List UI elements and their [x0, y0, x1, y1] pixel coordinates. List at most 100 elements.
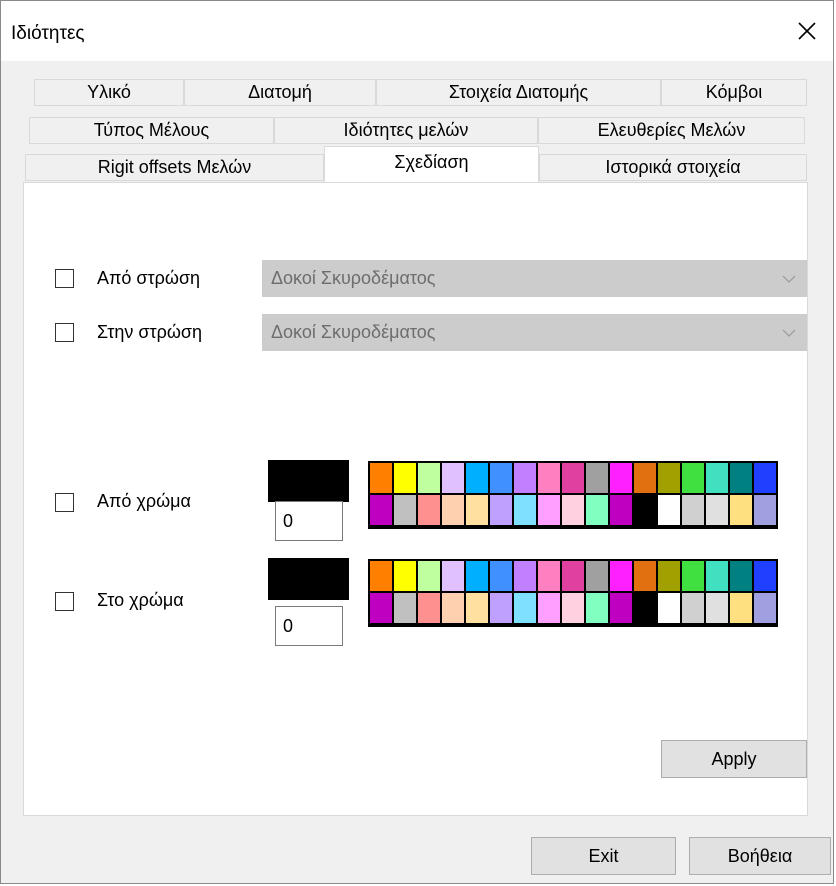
palette-color-cell[interactable]	[442, 593, 464, 623]
from-color-label: Από χρώμα	[97, 491, 191, 511]
exit-button[interactable]: Exit	[531, 837, 676, 875]
palette-color-cell[interactable]	[610, 593, 632, 623]
palette-color-cell[interactable]	[442, 463, 464, 493]
palette-color-cell[interactable]	[562, 561, 584, 591]
palette-color-cell[interactable]	[394, 463, 416, 493]
palette-color-cell[interactable]	[490, 593, 512, 623]
palette-color-cell[interactable]	[538, 561, 560, 591]
from-color-input[interactable]: 0	[275, 501, 343, 541]
palette-color-cell[interactable]	[730, 495, 752, 525]
palette-color-cell[interactable]	[634, 561, 656, 591]
palette-color-cell[interactable]	[706, 561, 728, 591]
palette-color-cell[interactable]	[514, 495, 536, 525]
palette-color-cell[interactable]	[658, 561, 680, 591]
tab-drawing[interactable]: Σχεδίαση	[324, 146, 539, 182]
palette-color-cell[interactable]	[562, 495, 584, 525]
palette-color-cell[interactable]	[418, 495, 440, 525]
palette-color-cell[interactable]	[394, 593, 416, 623]
tab-member-type[interactable]: Τύπος Μέλους	[29, 117, 274, 144]
palette-color-cell[interactable]	[442, 561, 464, 591]
tab-rigid-offsets[interactable]: Rigit offsets Μελών	[25, 154, 324, 181]
palette-color-cell[interactable]	[730, 561, 752, 591]
from-color-preview	[268, 460, 349, 502]
palette-color-cell[interactable]	[418, 561, 440, 591]
palette-color-cell[interactable]	[490, 495, 512, 525]
palette-color-cell[interactable]	[490, 463, 512, 493]
palette-color-cell[interactable]	[490, 561, 512, 591]
palette-color-cell[interactable]	[610, 495, 632, 525]
tab-history[interactable]: Ιστορικά στοιχεία	[539, 154, 807, 181]
palette-color-cell[interactable]	[514, 463, 536, 493]
palette-color-cell[interactable]	[658, 463, 680, 493]
tab-material[interactable]: Υλικό	[34, 79, 184, 106]
palette-color-cell[interactable]	[442, 495, 464, 525]
from-color-palette[interactable]	[368, 461, 778, 529]
palette-color-cell[interactable]	[466, 495, 488, 525]
to-layer-value: Δοκοί Σκυροδέματος	[271, 322, 436, 342]
palette-color-cell[interactable]	[634, 495, 656, 525]
palette-color-cell[interactable]	[754, 463, 776, 493]
from-color-checkbox[interactable]	[55, 493, 74, 512]
close-icon[interactable]	[789, 13, 825, 49]
title-bar: Ιδιότητες	[1, 1, 833, 61]
palette-color-cell[interactable]	[466, 561, 488, 591]
palette-color-cell[interactable]	[754, 561, 776, 591]
palette-color-cell[interactable]	[514, 561, 536, 591]
tab-section-data[interactable]: Στοιχεία Διατομής	[376, 79, 661, 106]
to-layer-dropdown[interactable]: Δοκοί Σκυροδέματος	[262, 314, 807, 351]
palette-color-cell[interactable]	[562, 593, 584, 623]
palette-color-cell[interactable]	[466, 463, 488, 493]
palette-color-cell[interactable]	[682, 463, 704, 493]
palette-color-cell[interactable]	[466, 593, 488, 623]
from-layer-label: Από στρώση	[97, 268, 201, 288]
to-color-palette[interactable]	[368, 559, 778, 627]
drawing-tab-panel: Από στρώση Δοκοί Σκυροδέματος Στην στρώσ…	[23, 182, 808, 816]
to-color-value: 0	[283, 616, 294, 636]
help-button[interactable]: Βοήθεια	[689, 837, 831, 875]
tab-nodes[interactable]: Κόμβοι	[661, 79, 807, 106]
palette-color-cell[interactable]	[394, 561, 416, 591]
palette-color-cell[interactable]	[514, 593, 536, 623]
palette-color-cell[interactable]	[706, 463, 728, 493]
palette-color-cell[interactable]	[370, 463, 392, 493]
palette-color-cell[interactable]	[586, 463, 608, 493]
palette-color-cell[interactable]	[586, 593, 608, 623]
palette-color-cell[interactable]	[658, 593, 680, 623]
tab-section[interactable]: Διατομή	[184, 79, 376, 106]
palette-color-cell[interactable]	[706, 495, 728, 525]
palette-color-cell[interactable]	[634, 593, 656, 623]
palette-color-cell[interactable]	[754, 593, 776, 623]
palette-color-cell[interactable]	[586, 495, 608, 525]
palette-color-cell[interactable]	[682, 593, 704, 623]
palette-color-cell[interactable]	[418, 593, 440, 623]
palette-color-cell[interactable]	[394, 495, 416, 525]
palette-color-cell[interactable]	[730, 593, 752, 623]
palette-color-cell[interactable]	[538, 463, 560, 493]
palette-color-cell[interactable]	[538, 495, 560, 525]
tab-member-properties[interactable]: Ιδιότητες μελών	[274, 117, 538, 144]
apply-button[interactable]: Apply	[661, 740, 807, 778]
from-layer-dropdown[interactable]: Δοκοί Σκυροδέματος	[262, 260, 807, 297]
chevron-down-icon	[782, 275, 796, 283]
palette-color-cell[interactable]	[586, 561, 608, 591]
palette-color-cell[interactable]	[730, 463, 752, 493]
palette-color-cell[interactable]	[418, 463, 440, 493]
palette-color-cell[interactable]	[634, 463, 656, 493]
palette-color-cell[interactable]	[370, 495, 392, 525]
palette-color-cell[interactable]	[658, 495, 680, 525]
palette-color-cell[interactable]	[370, 561, 392, 591]
to-color-checkbox[interactable]	[55, 592, 74, 611]
tab-member-releases[interactable]: Ελευθερίες Μελών	[538, 117, 805, 144]
to-layer-checkbox[interactable]	[55, 323, 74, 342]
palette-color-cell[interactable]	[754, 495, 776, 525]
palette-color-cell[interactable]	[562, 463, 584, 493]
palette-color-cell[interactable]	[610, 463, 632, 493]
to-color-input[interactable]: 0	[275, 606, 343, 646]
palette-color-cell[interactable]	[370, 593, 392, 623]
palette-color-cell[interactable]	[538, 593, 560, 623]
palette-color-cell[interactable]	[682, 561, 704, 591]
palette-color-cell[interactable]	[706, 593, 728, 623]
from-layer-checkbox[interactable]	[55, 269, 74, 288]
palette-color-cell[interactable]	[610, 561, 632, 591]
palette-color-cell[interactable]	[682, 495, 704, 525]
